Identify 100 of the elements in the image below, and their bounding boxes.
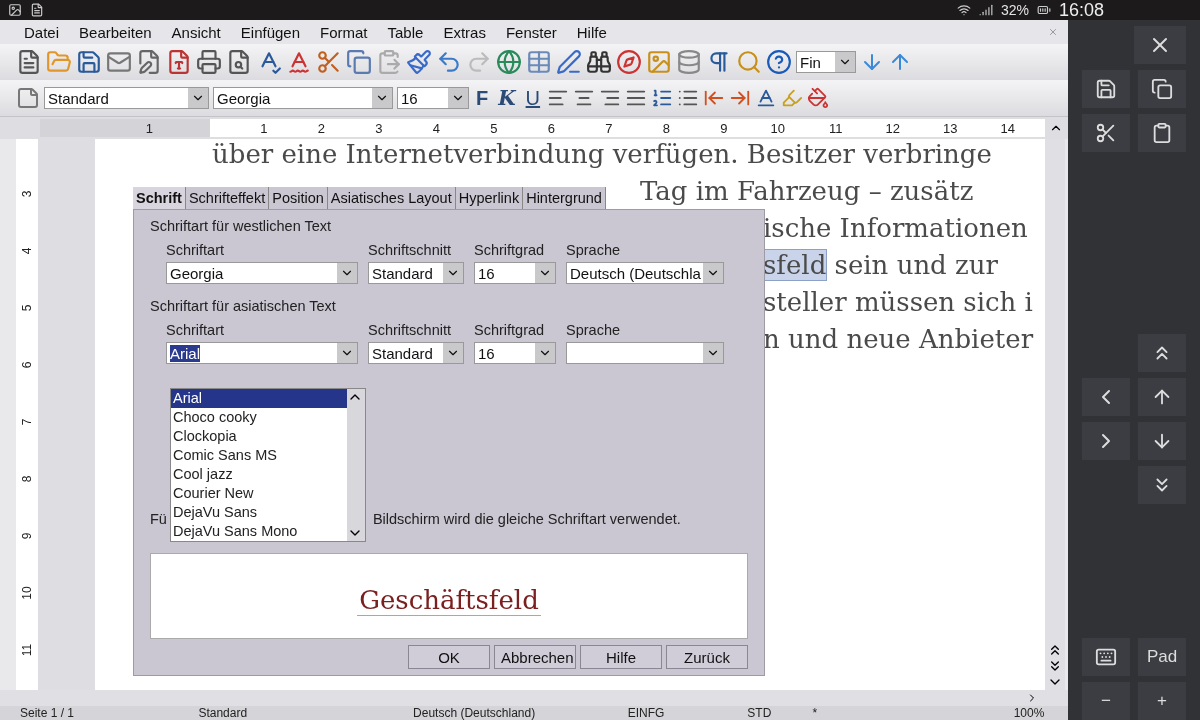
field-label: Schriftschnitt [368, 322, 452, 338]
menu-item[interactable]: Datei [14, 23, 70, 41]
dialog-button[interactable]: Hilfe [580, 645, 662, 669]
cut-icon[interactable] [316, 49, 342, 75]
dialog-tab[interactable]: Asiatisches Layout [327, 187, 456, 209]
field-combo[interactable]: Arial [166, 342, 358, 364]
preview-text: Geschäftsfeld [357, 585, 541, 616]
copy-icon [1151, 78, 1173, 100]
note-text: Bildschirm wird die gleiche Schriftart verwendet. [372, 511, 681, 527]
auto-spellcheck-icon[interactable] [286, 49, 312, 75]
status-text: * [811, 706, 819, 720]
paintbrush-icon[interactable] [406, 49, 432, 75]
menu-item[interactable]: Ansicht [161, 23, 231, 41]
font-option[interactable]: Arial [171, 389, 347, 408]
underline-toggle[interactable]: U [522, 86, 544, 110]
help-icon[interactable] [766, 49, 792, 75]
field-combo[interactable]: Georgia [166, 262, 358, 284]
size-combo[interactable]: 16 [397, 87, 469, 109]
menu-item[interactable]: Format [310, 23, 378, 41]
copy-button[interactable] [1138, 70, 1186, 108]
table-icon[interactable] [526, 49, 552, 75]
menu-item[interactable]: Hilfe [566, 23, 617, 41]
save-icon[interactable] [76, 49, 102, 75]
save-button[interactable] [1082, 70, 1130, 108]
up-button[interactable] [1138, 378, 1186, 416]
print-preview-icon[interactable] [226, 49, 252, 75]
dialog-button[interactable]: OK [408, 645, 490, 669]
close-button[interactable] [1134, 26, 1186, 64]
numbered-list-icon[interactable] [651, 87, 674, 109]
pdf-export-icon[interactable] [166, 49, 192, 75]
styles-icon[interactable] [16, 86, 40, 110]
binoculars-icon[interactable] [586, 49, 612, 75]
globe-icon[interactable] [496, 49, 522, 75]
menu-item[interactable]: Fenster [495, 23, 567, 41]
find-field[interactable]: Fin [796, 51, 856, 73]
field-combo[interactable]: 16 [474, 262, 556, 284]
font-option[interactable]: Choco cooky [171, 408, 347, 427]
vertical-ruler: 3 4 5 6 7 8 9 10 11 [16, 139, 38, 690]
down-button[interactable] [1138, 422, 1186, 460]
document-text: ische Informationen [763, 213, 1028, 243]
right-button[interactable] [1082, 422, 1130, 460]
menu-item[interactable]: Einfügen [230, 23, 310, 41]
new-document-icon[interactable] [16, 49, 42, 75]
zoom-out-button[interactable]: − [1082, 682, 1130, 720]
bold-toggle[interactable]: F [473, 86, 492, 110]
left-button[interactable] [1082, 378, 1130, 416]
dialog-tab[interactable]: Schrifteffekt [185, 187, 270, 209]
status-text: Deutsch (Deutschland) [412, 706, 537, 720]
italic-toggle[interactable]: K [495, 86, 519, 110]
scissors-icon [1095, 122, 1117, 144]
field-combo[interactable] [566, 342, 724, 364]
menu-item[interactable]: Table [377, 23, 434, 41]
dialog-tab[interactable]: Schrift [133, 187, 186, 209]
document-text: über eine Internetverbindung verfügen. Besitzer verbringe [212, 139, 992, 169]
font-combo[interactable]: Georgia [213, 87, 393, 109]
undo-icon[interactable] [436, 49, 462, 75]
dialog-tab[interactable]: Hintergrund [523, 187, 606, 209]
field-combo[interactable]: Standard [368, 262, 464, 284]
font-option[interactable]: Comic Sans MS [171, 446, 347, 465]
gallery-icon[interactable] [8, 3, 22, 17]
section-title: Schriftart für asiatischen Text [150, 298, 337, 314]
copy-icon[interactable] [346, 49, 372, 75]
pad-button[interactable]: Pad [1138, 638, 1186, 676]
style-combo[interactable]: Standard [44, 87, 209, 109]
pen-icon[interactable] [556, 49, 582, 75]
database-icon[interactable] [676, 49, 702, 75]
menu-item[interactable]: Bearbeiten [69, 23, 162, 41]
horizontal-scrollbar[interactable] [0, 690, 1068, 706]
page-down-button[interactable] [1138, 466, 1186, 504]
mail-icon[interactable] [106, 49, 132, 75]
font-option[interactable]: Courier New [171, 484, 347, 503]
field-combo[interactable]: Deutsch (Deutschla [566, 262, 724, 284]
field-combo[interactable]: 16 [474, 342, 556, 364]
save-icon [1095, 78, 1117, 100]
font-option[interactable]: Clockopia [171, 427, 347, 446]
status-text: 100% [1012, 706, 1046, 720]
compass-icon[interactable] [616, 49, 642, 75]
font-option[interactable]: DejaVu Sans [171, 503, 347, 522]
keyboard-button[interactable] [1082, 638, 1130, 676]
dialog-button[interactable]: Abbrechen [494, 645, 576, 669]
edit-document-icon[interactable] [136, 49, 162, 75]
cut-button[interactable] [1082, 114, 1130, 152]
paint-bucket-icon[interactable] [807, 87, 830, 109]
battery-percent: 32% [1000, 2, 1029, 18]
document-text: steller müssen sich i [763, 287, 1033, 317]
field-label: Schriftart [166, 322, 225, 338]
field-label: Schriftschnitt [368, 242, 452, 258]
dialog-tab[interactable]: Hyperlink [455, 187, 524, 209]
document-icon[interactable] [30, 3, 44, 17]
page-up-button[interactable] [1138, 334, 1186, 372]
dialog-button[interactable]: Zurück [666, 645, 748, 669]
paste-button[interactable] [1138, 114, 1186, 152]
printer-icon[interactable] [196, 49, 222, 75]
zoom-in-button[interactable]: + [1138, 682, 1186, 720]
dialog-tab[interactable]: Position [269, 187, 328, 209]
menu-item[interactable]: Extras [433, 23, 496, 41]
field-combo[interactable]: Standard [368, 342, 464, 364]
font-option[interactable]: Cool jazz [171, 465, 347, 484]
field-label: Schriftgrad [474, 242, 546, 258]
font-option[interactable]: DejaVu Sans Mono [171, 522, 347, 541]
